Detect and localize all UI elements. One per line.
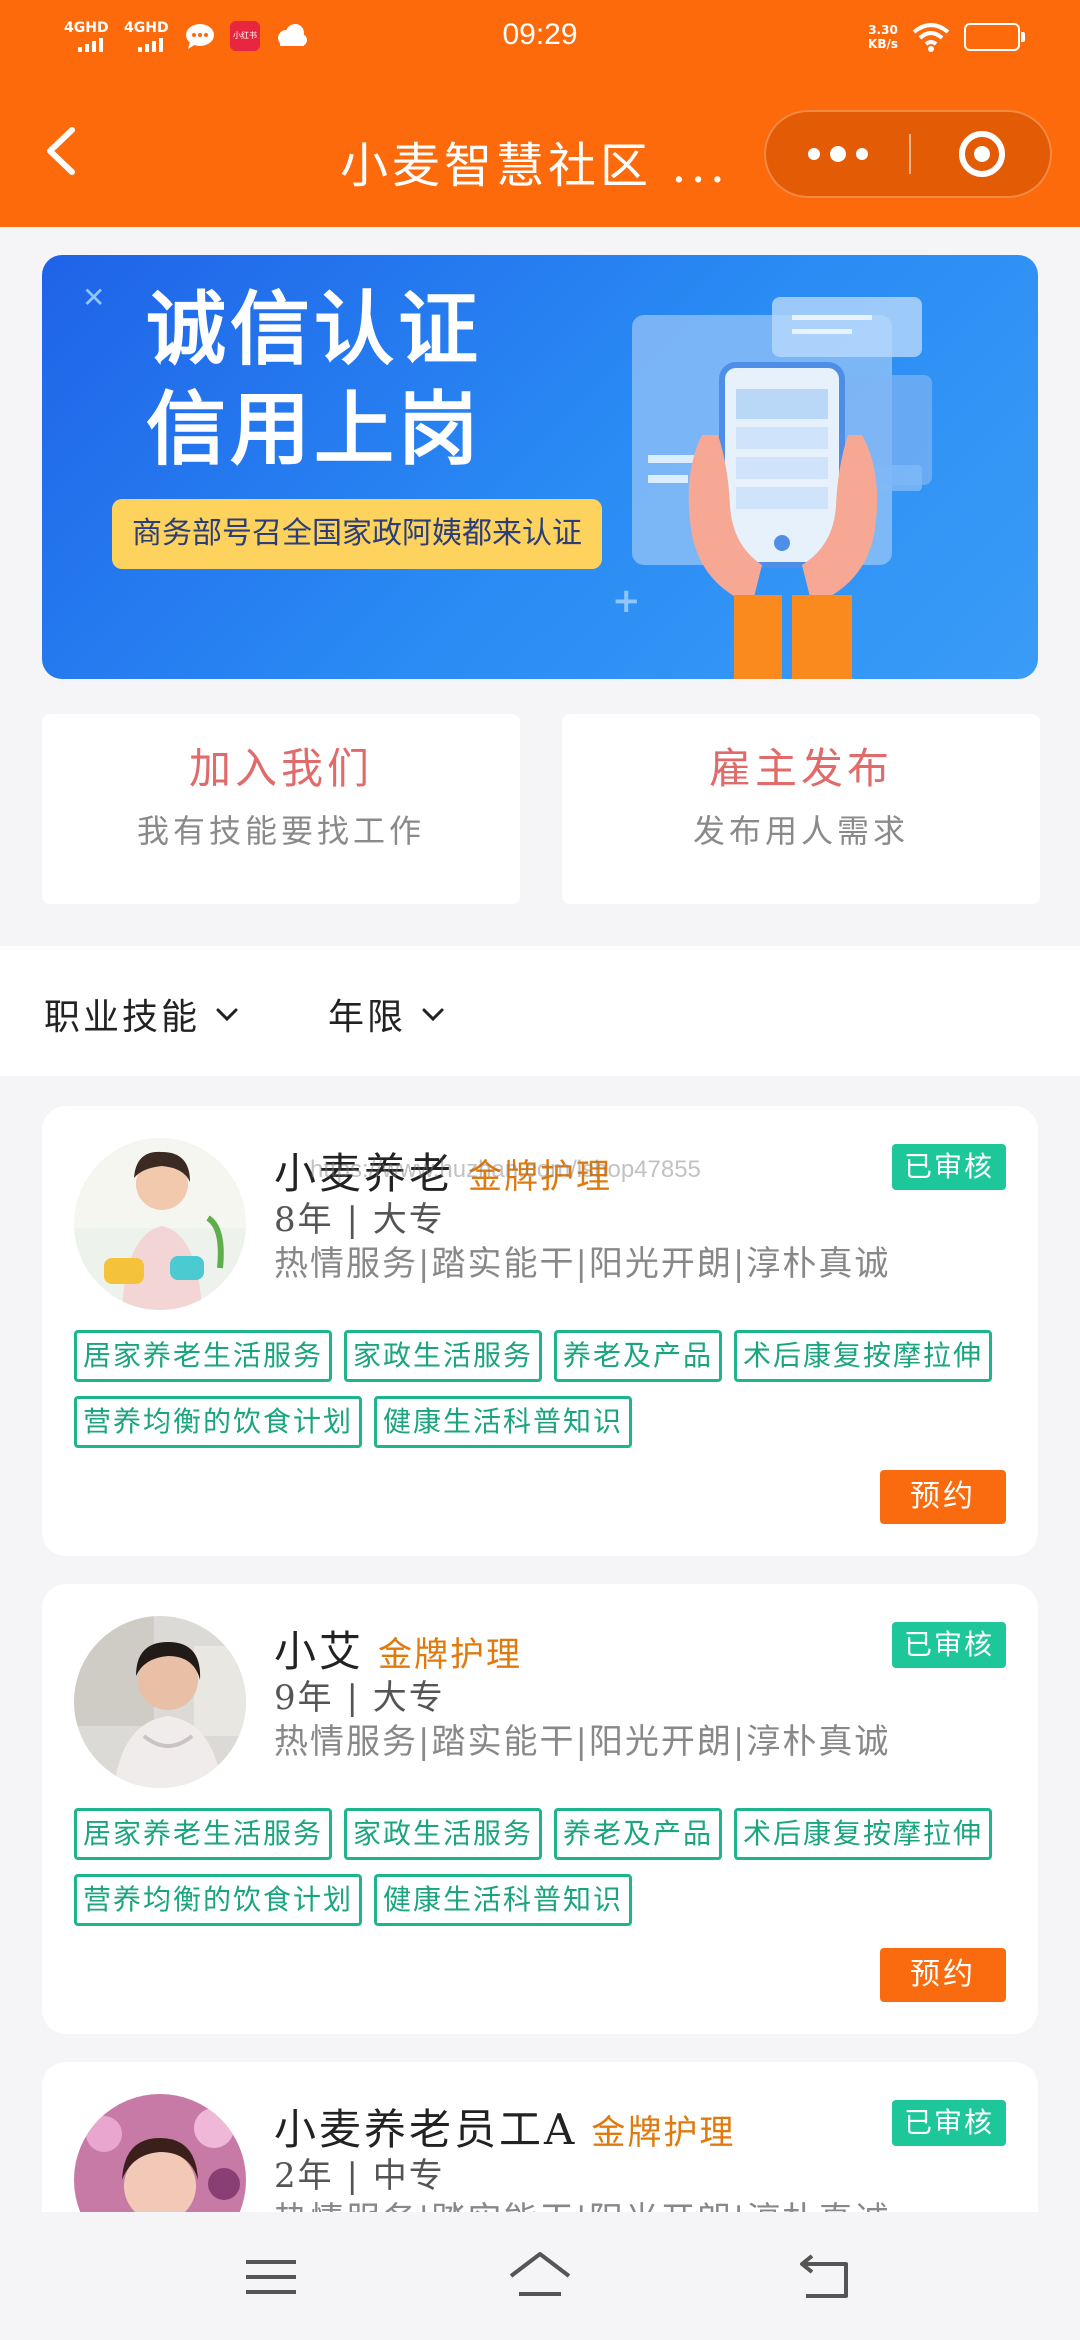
book-button[interactable]: 预约: [880, 1470, 1006, 1524]
system-nav-bar: [0, 2212, 1080, 2340]
skill-tag: 术后康复按摩拉伸: [734, 1808, 993, 1860]
more-button[interactable]: [766, 112, 909, 196]
filter-bar: 职业技能 年限: [0, 946, 1080, 1076]
header: 4GHD 4GHD 小红书 09:29 3.30 KB/s 95 小麦智慧社区 …: [0, 0, 1080, 227]
skill-tags: 居家养老生活服务 家政生活服务 养老及产品 术后康复按摩拉伸 营养均衡的饮食计划…: [74, 1808, 1014, 1926]
banner-tagline: 商务部号召全国家政阿姨都来认证: [112, 499, 602, 569]
skill-tag: 术后康复按摩拉伸: [734, 1330, 993, 1382]
chevron-down-icon: [216, 1008, 238, 1022]
phone-in-hands-illustration: [632, 297, 932, 679]
skill-tag: 居家养老生活服务: [74, 1808, 333, 1860]
promo-banner[interactable]: ✕ + 诚信认证 信用上岗 商务部号召全国家政阿姨都来认证: [42, 255, 1038, 679]
skill-tag: 营养均衡的饮食计划: [74, 1396, 363, 1448]
skill-tag: 家政生活服务: [344, 1330, 543, 1382]
chevron-down-icon: [422, 1008, 444, 1022]
worker-experience: 9年 | 大专: [274, 1678, 445, 1718]
join-us-subtitle: 我有技能要找工作: [136, 812, 425, 850]
mini-program-capsule: [764, 110, 1052, 198]
worker-card[interactable]: 小艾 金牌护理 已审核 9年 | 大专 热情服务|踏实能干|阳光开朗|淳朴真诚 …: [42, 1584, 1038, 2034]
home-button[interactable]: [505, 2242, 575, 2312]
banner-headline: 诚信认证: [146, 283, 482, 376]
join-us-card[interactable]: 加入我们 我有技能要找工作: [42, 714, 520, 904]
years-filter-label: 年限: [328, 997, 407, 1038]
worker-avatar: [74, 1616, 246, 1788]
back-arrow-icon: [800, 2254, 848, 2298]
speed-unit: KB/s: [868, 37, 898, 51]
worker-card[interactable]: 小麦养老员工A 金牌护理 已审核 2年 | 中专 热情服务|踏实能干|阳光开朗|…: [42, 2062, 1038, 2212]
skill-tag: 健康生活科普知识: [374, 1396, 633, 1448]
years-filter-dropdown[interactable]: 年限: [328, 988, 446, 1040]
employer-post-card[interactable]: 雇主发布 发布用人需求: [562, 714, 1040, 904]
skill-tag: 家政生活服务: [344, 1808, 543, 1860]
join-us-title: 加入我们: [188, 744, 373, 793]
skill-tag: 养老及产品: [554, 1330, 723, 1382]
speed-value: 3.30: [868, 23, 898, 37]
worker-level: 金牌护理: [591, 2113, 736, 2153]
book-button[interactable]: 预约: [880, 1948, 1006, 2002]
worker-level: 金牌护理: [378, 1635, 523, 1675]
back-nav-button[interactable]: [790, 2242, 860, 2312]
skill-tag: 居家养老生活服务: [74, 1330, 333, 1382]
nav-bar: 小麦智慧社区 ...: [0, 98, 1080, 208]
status-bar: 4GHD 4GHD 小红书 09:29 3.30 KB/s 95: [0, 0, 1080, 78]
employer-post-title: 雇主发布: [708, 744, 893, 793]
worker-avatar: [74, 1138, 246, 1310]
more-dots-icon: [807, 148, 820, 160]
network-speed: 3.30 KB/s: [868, 23, 898, 51]
skill-tag: 养老及产品: [554, 1808, 723, 1860]
worker-experience: 2年 | 中专: [274, 2156, 445, 2196]
battery-level: 95: [980, 27, 1004, 46]
worker-traits: 热情服务|踏实能干|阳光开朗|淳朴真诚: [274, 1722, 891, 1762]
wifi-icon: [912, 23, 950, 52]
worker-traits: 热情服务|踏实能干|阳光开朗|淳朴真诚: [274, 2192, 890, 2212]
worker-experience: 8年 | 大专: [274, 1200, 445, 1240]
employer-post-subtitle: 发布用人需求: [692, 812, 909, 850]
page-title: 小麦智慧社区 ...: [340, 138, 730, 194]
worker-avatar: [74, 2094, 246, 2212]
worker-traits: 热情服务|踏实能干|阳光开朗|淳朴真诚: [274, 1244, 891, 1284]
skill-filter-dropdown[interactable]: 职业技能: [44, 988, 240, 1040]
skill-filter-label: 职业技能: [44, 997, 201, 1038]
sparkle-icon: ✕: [82, 281, 106, 314]
back-button[interactable]: [30, 116, 100, 186]
target-circle-icon: [958, 131, 1005, 177]
status-right: 3.30 KB/s 95: [868, 22, 1025, 52]
watermark-text: https://www.huzhan.com/ishop47855: [310, 1156, 701, 1183]
app-screen: 4GHD 4GHD 小红书 09:29 3.30 KB/s 95 小麦智慧社区 …: [0, 0, 1080, 2340]
menu-button[interactable]: [236, 2242, 306, 2312]
hamburger-icon: [246, 2260, 296, 2294]
verified-badge: 已审核: [891, 2100, 1006, 2146]
close-button[interactable]: [911, 112, 1052, 196]
skill-tag: 健康生活科普知识: [374, 1874, 633, 1926]
banner-headline: 信用上岗: [146, 383, 482, 476]
skill-tags: 居家养老生活服务 家政生活服务 养老及产品 术后康复按摩拉伸 营养均衡的饮食计划…: [74, 1330, 1014, 1448]
battery-icon: 95: [964, 23, 1025, 51]
home-icon: [509, 2252, 571, 2296]
verified-badge: 已审核: [891, 1622, 1006, 1668]
verified-badge: 已审核: [891, 1144, 1006, 1190]
skill-tag: 营养均衡的饮食计划: [74, 1874, 363, 1926]
